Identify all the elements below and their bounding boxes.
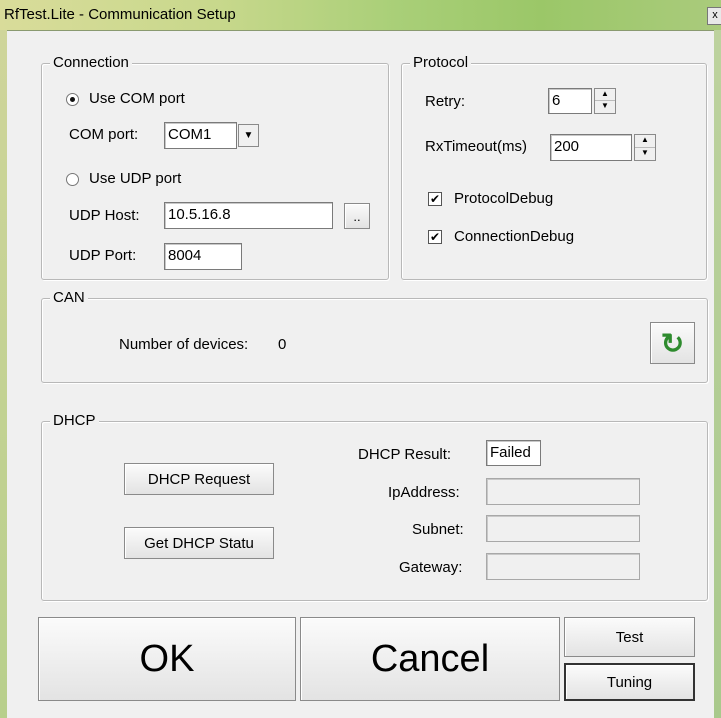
retry-input[interactable]: 6	[548, 88, 592, 114]
ip-address-field	[486, 478, 640, 505]
title-bar: RfTest.Lite - Communication Setup x	[0, 0, 721, 31]
close-icon[interactable]: x	[707, 7, 721, 25]
cancel-button[interactable]: Cancel	[300, 617, 560, 701]
refresh-icon: ↻	[660, 327, 685, 359]
dhcp-result-label: DHCP Result:	[358, 446, 452, 463]
connection-legend: Connection	[50, 54, 132, 71]
protocol-debug-label[interactable]: ProtocolDebug	[454, 190, 553, 207]
dhcp-result-value: Failed	[486, 440, 541, 466]
window-title: RfTest.Lite - Communication Setup	[4, 6, 236, 23]
rx-timeout-spinner[interactable]: ▲ ▼	[634, 134, 656, 161]
ip-address-label: IpAddress:	[388, 484, 460, 501]
protocol-debug-checkbox[interactable]: ✔	[428, 192, 442, 206]
tuning-button[interactable]: Tuning	[564, 663, 695, 701]
window-frame-right	[714, 30, 721, 718]
devices-count-value: 0	[278, 336, 287, 353]
udp-host-label: UDP Host:	[69, 207, 140, 224]
rx-timeout-label: RxTimeout(ms)	[425, 138, 527, 155]
udp-host-input[interactable]: 10.5.16.8	[164, 202, 333, 229]
connection-debug-checkbox[interactable]: ✔	[428, 230, 442, 244]
gateway-field	[486, 553, 640, 580]
retry-spinner[interactable]: ▲ ▼	[594, 88, 616, 114]
spin-down-icon[interactable]: ▼	[595, 101, 615, 113]
com-port-select[interactable]: COM1	[164, 122, 237, 149]
ok-button[interactable]: OK	[38, 617, 296, 701]
devices-count-label: Number of devices:	[119, 336, 249, 353]
spin-up-icon[interactable]: ▲	[595, 89, 615, 101]
use-com-label[interactable]: Use COM port	[89, 90, 185, 107]
spin-up-icon[interactable]: ▲	[635, 135, 655, 148]
radio-dot	[70, 97, 75, 102]
use-udp-radio[interactable]	[66, 173, 79, 186]
subnet-field	[486, 515, 640, 542]
udp-port-input[interactable]: 8004	[164, 243, 242, 270]
com-port-label: COM port:	[69, 126, 139, 143]
rx-timeout-input[interactable]: 200	[550, 134, 632, 161]
test-button[interactable]: Test	[564, 617, 695, 657]
retry-label: Retry:	[425, 93, 466, 110]
dhcp-legend: DHCP	[50, 412, 99, 429]
gateway-label: Gateway:	[399, 559, 463, 576]
protocol-legend: Protocol	[410, 54, 472, 71]
udp-port-label: UDP Port:	[69, 247, 137, 264]
can-refresh-button[interactable]: ↻	[650, 322, 695, 364]
dhcp-request-button[interactable]: DHCP Request	[124, 463, 274, 495]
use-udp-label[interactable]: Use UDP port	[89, 170, 181, 187]
use-com-radio[interactable]	[66, 93, 79, 106]
connection-debug-label[interactable]: ConnectionDebug	[454, 228, 574, 245]
spin-down-icon[interactable]: ▼	[635, 148, 655, 161]
window-frame-left	[0, 30, 7, 718]
can-legend: CAN	[50, 289, 88, 306]
subnet-label: Subnet:	[412, 521, 464, 538]
udp-host-browse-button[interactable]: ..	[344, 203, 370, 229]
get-dhcp-status-button[interactable]: Get DHCP Statu	[124, 527, 274, 559]
chevron-down-icon[interactable]: ▼	[238, 124, 259, 147]
